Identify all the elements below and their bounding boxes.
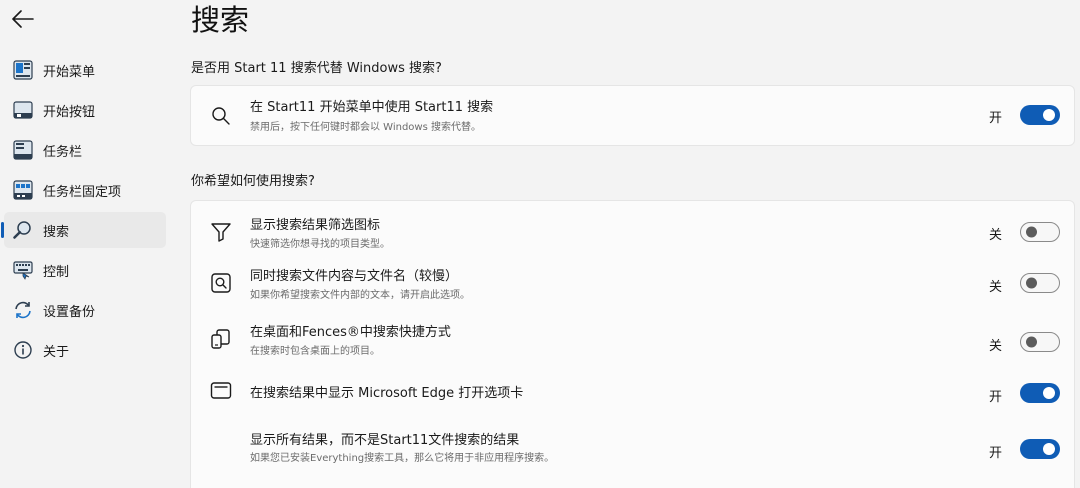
search-icon — [12, 219, 34, 241]
use-start11-search-toggle[interactable] — [1020, 105, 1060, 125]
sidebar-nav: 开始菜单 开始按钮 任务栏 任务栏固定项 搜索 控制 设置备份 关于 — [0, 48, 170, 368]
toggle-knob — [1026, 336, 1037, 348]
sidebar-item-label: 开始按钮 — [43, 104, 96, 120]
sidebar-item-about[interactable]: 关于 — [4, 332, 166, 368]
sidebar-item-label: 设置备份 — [43, 304, 96, 320]
setting-title: 显示所有结果，而不是Start11文件搜索的结果 — [250, 433, 520, 448]
setting-row-edge-tabs: 在搜索结果中显示 Microsoft Edge 打开选项卡 开 — [191, 369, 1076, 425]
setting-title: 显示搜索结果筛选图标 — [250, 218, 381, 233]
setting-row-show-all-results: 显示所有结果，而不是Start11文件搜索的结果 如果您已安装Everythin… — [191, 425, 1076, 481]
toggle-state-label: 关 — [989, 228, 1003, 243]
filter-icons-toggle[interactable] — [1020, 222, 1060, 242]
section-title: 你希望如何使用搜索? — [191, 174, 315, 189]
setting-title: 在桌面和Fences®中搜索快捷方式 — [250, 325, 451, 340]
setting-description: 禁用后，按下任何键时都会以 Windows 搜索代替。 — [250, 122, 481, 133]
toggle-state-label: 关 — [989, 280, 1003, 295]
toggle-knob — [1043, 109, 1055, 121]
show-all-results-toggle[interactable] — [1020, 439, 1060, 459]
setting-row-filter-icons: 显示搜索结果筛选图标 快速筛选你想寻找的项目类型。 关 — [191, 204, 1076, 260]
sidebar-item-start-menu[interactable]: 开始菜单 — [4, 52, 166, 88]
sync-icon — [12, 299, 34, 321]
sidebar-item-search[interactable]: 搜索 — [1, 212, 166, 248]
arrow-left-icon — [12, 10, 34, 28]
filter-icon — [209, 220, 233, 244]
keyboard-icon — [12, 259, 34, 281]
desktop-shortcuts-toggle[interactable] — [1020, 332, 1060, 352]
sidebar-item-control[interactable]: 控制 — [4, 252, 166, 288]
sidebar-item-start-button[interactable]: 开始按钮 — [4, 92, 166, 128]
file-search-icon — [209, 271, 233, 295]
setting-title: 在 Start11 开始菜单中使用 Start11 搜索 — [250, 100, 494, 115]
back-button[interactable] — [10, 6, 36, 32]
sidebar-item-settings-backup[interactable]: 设置备份 — [4, 292, 166, 328]
settings-card: 在 Start11 开始菜单中使用 Start11 搜索 禁用后，按下任何键时都… — [190, 85, 1075, 146]
sidebar-item-label: 控制 — [43, 264, 70, 280]
setting-description: 快速筛选你想寻找的项目类型。 — [250, 239, 390, 250]
taskbar-icon — [12, 139, 34, 161]
setting-title: 在搜索结果中显示 Microsoft Edge 打开选项卡 — [250, 386, 524, 401]
edge-tabs-toggle[interactable] — [1020, 383, 1060, 403]
setting-row-search-file-contents: 同时搜索文件内容与文件名（较慢） 如果你希望搜索文件内部的文本，请开启此选项。 … — [191, 259, 1076, 315]
toggle-state-label: 开 — [989, 390, 1003, 405]
sidebar-item-label: 任务栏 — [43, 144, 83, 160]
browser-tab-icon — [209, 379, 233, 403]
settings-card: 显示搜索结果筛选图标 快速筛选你想寻找的项目类型。 关 同时搜索文件内容与文件名… — [190, 200, 1075, 488]
setting-row-use-start11-search: 在 Start11 开始菜单中使用 Start11 搜索 禁用后，按下任何键时都… — [191, 88, 1076, 144]
toggle-knob — [1026, 226, 1037, 238]
section-title: 是否用 Start 11 搜索代替 Windows 搜索? — [191, 61, 442, 76]
setting-description: 如果你希望搜索文件内部的文本，请开启此选项。 — [250, 290, 470, 301]
sidebar-item-taskbar[interactable]: 任务栏 — [4, 132, 166, 168]
sidebar-item-label: 开始菜单 — [43, 64, 96, 80]
sidebar: 开始菜单 开始按钮 任务栏 任务栏固定项 搜索 控制 设置备份 关于 — [0, 0, 180, 488]
sidebar-item-label: 任务栏固定项 — [43, 184, 122, 200]
taskbar-pins-icon — [12, 179, 34, 201]
toggle-state-label: 关 — [989, 339, 1003, 354]
setting-description: 在搜索时包含桌面上的项目。 — [250, 346, 380, 357]
toggle-knob — [1026, 277, 1037, 289]
page-title: 搜索 — [191, 3, 250, 37]
search-file-contents-toggle[interactable] — [1020, 273, 1060, 293]
setting-description: 如果您已安装Everything搜索工具，那么它将用于非应用程序搜索。 — [250, 453, 555, 464]
start-menu-icon — [12, 59, 34, 81]
toggle-state-label: 开 — [989, 446, 1003, 461]
sidebar-item-label: 关于 — [43, 344, 70, 360]
start-button-icon — [12, 99, 34, 121]
sidebar-item-taskbar-pins[interactable]: 任务栏固定项 — [4, 172, 166, 208]
sidebar-item-label: 搜索 — [43, 224, 70, 240]
toggle-state-label: 开 — [989, 111, 1003, 126]
info-icon — [12, 339, 34, 361]
toggle-knob — [1043, 443, 1055, 455]
toggle-knob — [1043, 387, 1055, 399]
search-icon — [209, 104, 233, 128]
setting-title: 同时搜索文件内容与文件名（较慢） — [250, 269, 459, 284]
desktop-shortcut-icon — [209, 327, 233, 351]
setting-row-desktop-shortcuts: 在桌面和Fences®中搜索快捷方式 在搜索时包含桌面上的项目。 关 — [191, 315, 1076, 371]
